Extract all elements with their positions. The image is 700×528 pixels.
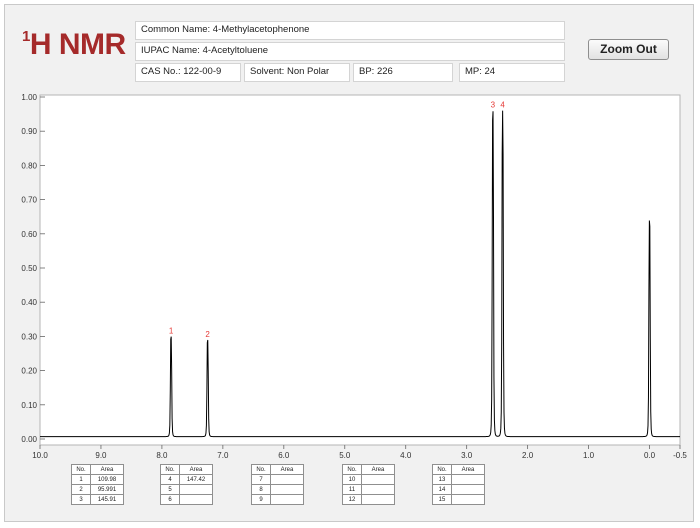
y-tick-label: 0.30 [21,332,37,341]
column-header-no: No. [71,464,91,475]
column-header-area: Area [179,464,213,475]
y-tick-label: 0.00 [21,435,37,444]
column-header-area: Area [270,464,304,475]
y-tick-label: 1.00 [21,93,37,102]
x-tick-label: -0.5 [673,451,687,460]
peak-number-cell: 11 [342,484,362,495]
nmr-spectrum-chart[interactable]: 0.00 0.10 0.20 0.30 0.40 0.50 0.60 0.70 0.80 0.90… [0,0,700,528]
table-row: 3 145.91 [71,494,124,505]
y-tick-label: 0.70 [21,196,37,205]
table-row: 9 [251,494,304,505]
peak-number-cell: 6 [160,494,180,505]
peak-label: 4 [500,101,505,110]
peak-number-cell: 9 [251,494,271,505]
peak-table: No. Area 10 11 12 [342,464,395,505]
y-tick-label: 0.40 [21,298,37,307]
table-row: 6 [160,494,213,505]
y-tick-label: 0.50 [21,264,37,273]
peak-number-cell: 1 [71,474,91,485]
peak-area-cell [270,494,304,505]
table-header-row: No. Area [160,464,213,475]
x-tick-label: 4.0 [400,451,412,460]
peak-area-cell [451,474,485,485]
table-row: 4 147.42 [160,474,213,485]
x-tick-label: 8.0 [156,451,168,460]
peak-number-cell: 8 [251,484,271,495]
peak-area-cell [270,484,304,495]
x-tick-label: 3.0 [461,451,473,460]
column-header-no: No. [432,464,452,475]
table-row: 12 [342,494,395,505]
peak-table: No. Area 4 147.42 5 6 [160,464,213,505]
peak-area-cell: 145.91 [90,494,124,505]
table-header-row: No. Area [432,464,485,475]
table-header-row: No. Area [342,464,395,475]
x-tick-label: 0.0 [644,451,656,460]
x-tick-label: 1.0 [583,451,595,460]
y-tick-label: 0.20 [21,367,37,376]
table-row: 8 [251,484,304,495]
peak-area-cell [179,484,213,495]
table-row: 15 [432,494,485,505]
x-tick-label: 9.0 [95,451,107,460]
peak-area-cell: 95.991 [90,484,124,495]
peak-label: 1 [169,326,174,335]
peak-area-cell [270,474,304,485]
table-row: 5 [160,484,213,495]
peak-number-cell: 15 [432,494,452,505]
table-row: 2 95.991 [71,484,124,495]
peak-number-cell: 2 [71,484,91,495]
peak-area-cell [361,484,395,495]
peak-area-cell [451,484,485,495]
y-tick-label: 0.10 [21,401,37,410]
table-header-row: No. Area [71,464,124,475]
peak-label: 2 [205,330,210,339]
table-row: 13 [432,474,485,485]
peak-area-cell [179,494,213,505]
table-row: 10 [342,474,395,485]
plot-area [39,94,681,446]
column-header-area: Area [361,464,395,475]
peak-number-cell: 5 [160,484,180,495]
peak-number-cell: 14 [432,484,452,495]
column-header-no: No. [342,464,362,475]
peak-table: No. Area 1 109.98 2 95.991 3 145.91 [71,464,124,505]
peak-number-cell: 7 [251,474,271,485]
peak-number-cell: 13 [432,474,452,485]
x-tick-label: 5.0 [339,451,351,460]
peak-area-cell: 147.42 [179,474,213,485]
x-tick-label: 2.0 [522,451,534,460]
peak-area-cell [451,494,485,505]
x-tick-label: 10.0 [32,451,48,460]
peak-area-cell: 109.98 [90,474,124,485]
peak-area-cell [361,494,395,505]
peak-number-cell: 10 [342,474,362,485]
peak-table: No. Area 7 8 9 [251,464,304,505]
column-header-area: Area [451,464,485,475]
y-tick-label: 0.60 [21,230,37,239]
table-header-row: No. Area [251,464,304,475]
y-tick-label: 0.90 [21,127,37,136]
peak-table: No. Area 13 14 15 [432,464,485,505]
peak-label: 3 [491,101,496,110]
table-row: 11 [342,484,395,495]
y-tick-label: 0.80 [21,161,37,170]
peak-number-cell: 12 [342,494,362,505]
peak-number-cell: 4 [160,474,180,485]
x-tick-label: 6.0 [278,451,290,460]
table-row: 7 [251,474,304,485]
peak-area-cell [361,474,395,485]
column-header-area: Area [90,464,124,475]
peak-number-cell: 3 [71,494,91,505]
table-row: 1 109.98 [71,474,124,485]
table-row: 14 [432,484,485,495]
x-tick-label: 7.0 [217,451,229,460]
column-header-no: No. [160,464,180,475]
column-header-no: No. [251,464,271,475]
